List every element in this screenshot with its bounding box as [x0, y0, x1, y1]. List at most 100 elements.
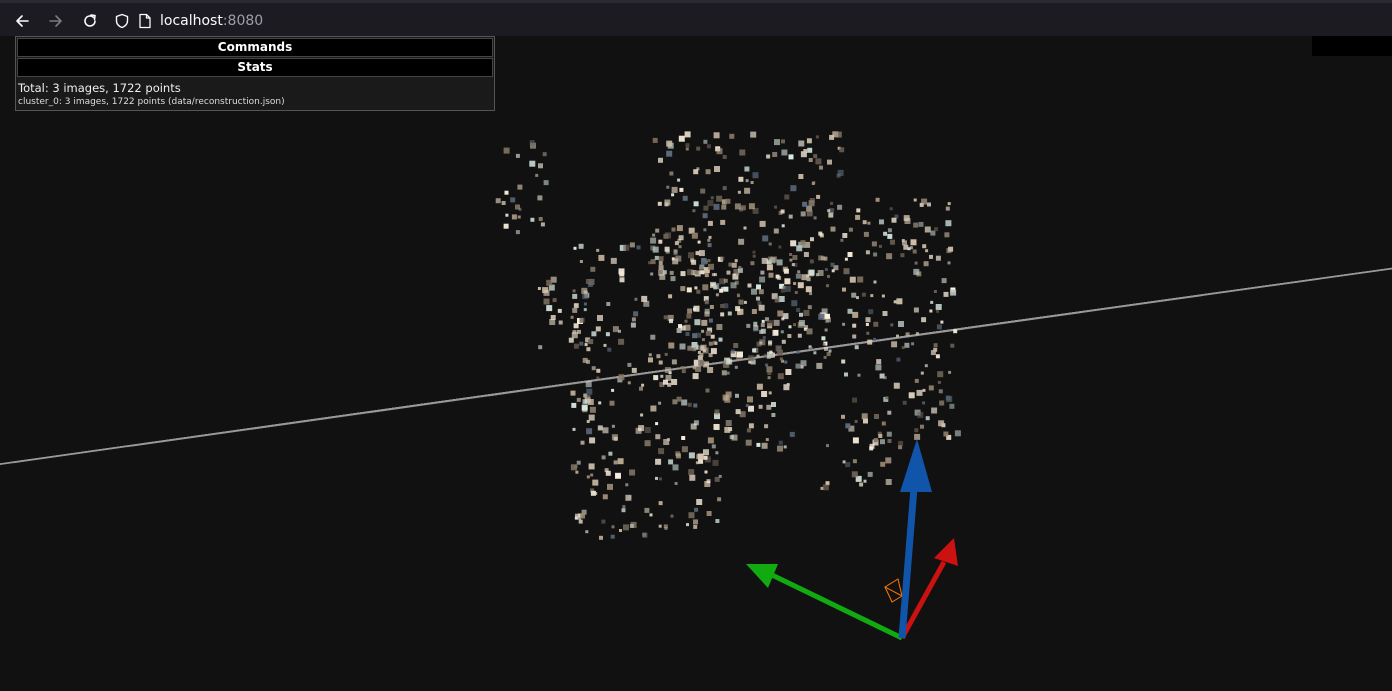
point: [582, 357, 588, 363]
point: [784, 194, 790, 200]
shield-icon[interactable]: [114, 13, 130, 29]
point: [618, 374, 625, 381]
point: [880, 461, 886, 467]
point: [706, 511, 712, 516]
point: [592, 479, 599, 486]
point: [613, 460, 618, 465]
point: [691, 232, 698, 239]
point: [765, 363, 769, 367]
point: [703, 455, 708, 460]
point: [694, 286, 698, 290]
point: [812, 181, 816, 185]
point: [625, 483, 629, 487]
stats-folder[interactable]: Stats: [17, 58, 493, 77]
point: [758, 289, 764, 295]
point: [681, 399, 688, 406]
3d-viewport[interactable]: Commands Stats Total: 3 images, 1722 poi…: [0, 36, 1392, 691]
point: [945, 220, 952, 227]
axes-gizmo[interactable]: [746, 439, 958, 641]
point: [938, 420, 945, 427]
point: [758, 304, 765, 311]
point: [852, 334, 857, 339]
point: [672, 464, 679, 471]
point: [930, 230, 936, 236]
point: [650, 405, 657, 412]
point: [580, 440, 585, 445]
point: [578, 519, 583, 524]
point: [760, 323, 765, 328]
point: [869, 443, 875, 449]
point: [691, 342, 698, 348]
back-button[interactable]: [10, 9, 34, 33]
point: [887, 439, 892, 443]
point: [893, 382, 900, 389]
point: [568, 337, 574, 343]
point: [694, 270, 699, 275]
point: [744, 187, 751, 194]
point: [716, 324, 723, 330]
point: [658, 157, 663, 163]
point: [596, 248, 600, 252]
point: [658, 265, 664, 271]
point: [873, 252, 878, 257]
point: [827, 209, 831, 213]
point: [515, 153, 520, 158]
point: [861, 292, 866, 297]
point: [711, 444, 716, 449]
point: [774, 297, 780, 303]
point: [707, 238, 711, 242]
point: [708, 318, 713, 323]
commands-folder[interactable]: Commands: [17, 38, 493, 57]
point: [839, 147, 845, 153]
point: [815, 158, 822, 165]
point: [573, 303, 579, 309]
address-bar[interactable]: localhost:8080: [114, 9, 263, 33]
point: [790, 185, 797, 192]
point: [722, 155, 727, 159]
point: [530, 217, 535, 222]
point: [590, 473, 594, 477]
point: [658, 261, 663, 266]
point: [901, 346, 905, 350]
forward-button[interactable]: [44, 9, 68, 33]
point: [824, 328, 828, 332]
point: [796, 245, 803, 252]
point: [795, 273, 801, 279]
point: [611, 388, 615, 392]
point: [808, 200, 815, 207]
point: [789, 431, 795, 437]
point: [870, 294, 874, 298]
point: [935, 354, 940, 359]
point: [817, 270, 824, 276]
point: [868, 309, 874, 315]
point: [852, 397, 858, 403]
point: [576, 460, 581, 465]
point: [692, 347, 697, 352]
point: [658, 501, 663, 506]
point: [707, 220, 713, 226]
point: [674, 241, 679, 246]
reload-button[interactable]: [78, 9, 102, 33]
point: [673, 249, 678, 254]
point: [902, 400, 907, 405]
point: [803, 149, 808, 153]
point: [890, 323, 894, 327]
point: [922, 244, 927, 249]
point: [585, 279, 591, 284]
point: [902, 240, 907, 246]
point: [702, 213, 708, 219]
point: [538, 163, 543, 169]
point: [679, 343, 686, 350]
point: [572, 427, 576, 431]
point: [671, 186, 678, 193]
point: [765, 438, 769, 442]
point: [696, 289, 701, 294]
point: [628, 495, 632, 499]
point: [546, 305, 553, 312]
point: [752, 254, 756, 258]
point: [930, 300, 934, 304]
3d-scene[interactable]: [0, 36, 1392, 691]
point: [737, 351, 743, 358]
point: [885, 396, 889, 400]
point: [529, 160, 536, 167]
